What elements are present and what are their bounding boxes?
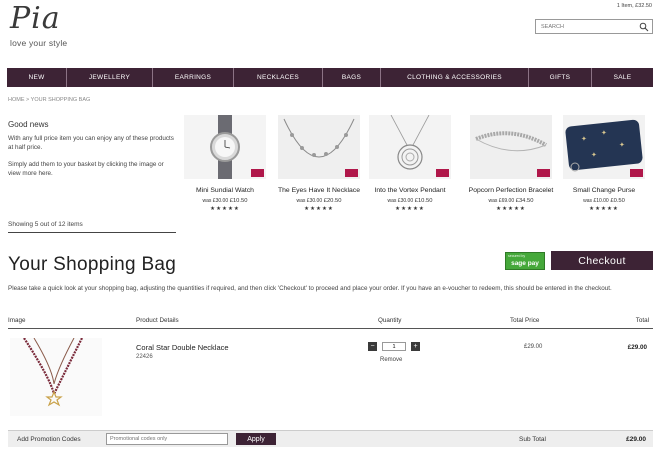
offer-product[interactable]: ✦ ✦ ✦ ✦ Small Change Purse was £10.00 £0… [561, 115, 647, 212]
promo-subtotal-bar: Add Promotion Codes Apply Sub Total £29.… [8, 430, 653, 447]
offer-product[interactable]: The Eyes Have It Necklace was £30.00 £20… [276, 115, 362, 212]
offer-product[interactable]: Into the Vortex Pendant was £30.00 £10.5… [367, 115, 453, 212]
good-news-instructions: Simply add them to your basket by clicki… [8, 161, 164, 177]
quantity-stepper: − + [368, 342, 420, 351]
bag-item-code: 22426 [136, 354, 153, 360]
bag-item-name[interactable]: Coral Star Double Necklace [136, 343, 229, 352]
good-news-title: Good news [8, 120, 49, 129]
increase-quantity-button[interactable]: + [411, 342, 420, 351]
page-title: Your Shopping Bag [8, 254, 177, 275]
offer-price: was £30.00 £10.50 [202, 198, 248, 204]
nav-item-necklaces[interactable]: NECKLACES [234, 68, 323, 87]
offer-rating: ★★★★★ [589, 206, 619, 212]
nav-item-jewellery[interactable]: JEWELLERY [67, 68, 153, 87]
promo-code-input[interactable] [106, 433, 228, 445]
breadcrumb[interactable]: HOME > YOUR SHOPPING BAG [8, 97, 90, 103]
purse-icon[interactable]: ✦ ✦ ✦ ✦ [563, 115, 645, 179]
offer-rating: ★★★★★ [395, 206, 425, 212]
offer-product[interactable]: Mini Sundial Watch was £30.00 £10.50 ★★★… [182, 115, 268, 212]
showing-count: Showing 5 out of 12 items [8, 221, 176, 233]
offer-price: was £69.00 £34.50 [488, 198, 534, 204]
offer-name[interactable]: Small Change Purse [561, 187, 647, 195]
good-news-text: With any full price item you can enjoy a… [8, 135, 174, 151]
offer-name[interactable]: Mini Sundial Watch [182, 187, 268, 195]
svg-text:✦: ✦ [619, 141, 625, 149]
offer-name[interactable]: The Eyes Have It Necklace [276, 187, 362, 195]
nav-item-clothing-accessories[interactable]: CLOTHING & ACCESSORIES [381, 68, 529, 87]
bag-intro-text: Please take a quick look at your shoppin… [8, 285, 612, 292]
offer-badge [537, 169, 550, 177]
apply-promo-button[interactable]: Apply [236, 433, 276, 445]
svg-text:✦: ✦ [601, 129, 607, 137]
sagepay-logo: secured by sage pay [505, 252, 545, 270]
good-news-panel: Good news With any full price item you c… [8, 120, 176, 186]
offer-rating: ★★★★★ [210, 206, 240, 212]
offer-badge [345, 169, 358, 177]
nav-item-gifts[interactable]: GIFTS [529, 68, 592, 87]
col-product-details: Product Details [136, 317, 179, 324]
offer-badge [630, 169, 643, 177]
offer-badge [436, 169, 449, 177]
offer-price: was £30.00 £20.50 [296, 198, 342, 204]
subtotal-value: £29.00 [626, 436, 646, 443]
quantity-input[interactable] [382, 342, 406, 351]
nav-item-sale[interactable]: SALE [592, 68, 653, 87]
svg-text:✦: ✦ [581, 135, 587, 143]
offer-price: was £30.00 £10.50 [387, 198, 433, 204]
logo-tagline: love your style [10, 38, 68, 48]
nav-item-bags[interactable]: BAGS [323, 68, 381, 87]
offer-rating: ★★★★★ [304, 206, 334, 212]
offer-product[interactable]: Popcorn Perfection Bracelet was £69.00 £… [468, 115, 554, 212]
subtotal-label: Sub Total [519, 436, 546, 443]
decrease-quantity-button[interactable]: − [368, 342, 377, 351]
offer-price: was £10.00 £0.50 [583, 198, 625, 204]
watch-icon[interactable] [184, 115, 266, 179]
col-total-price: Total Price [510, 317, 540, 324]
search-box [535, 19, 653, 34]
offer-name[interactable]: Into the Vortex Pendant [367, 187, 453, 195]
pendant-icon[interactable] [369, 115, 451, 179]
svg-text:✦: ✦ [591, 151, 597, 159]
basket-summary[interactable]: 1 Item, £32.50 [617, 3, 652, 9]
promo-code-label: Add Promotion Codes [17, 436, 81, 443]
offer-name[interactable]: Popcorn Perfection Bracelet [468, 187, 554, 195]
checkout-button[interactable]: Checkout [551, 251, 653, 270]
necklace-star-icon[interactable] [10, 338, 102, 416]
bag-item-total: £29.00 [627, 344, 647, 351]
bracelet-icon[interactable] [470, 115, 552, 179]
bag-table-header: Image Product Details Quantity Total Pri… [8, 317, 653, 329]
col-total: Total [635, 317, 649, 324]
bag-item-total-price: £29.00 [524, 344, 543, 350]
search-icon[interactable] [639, 22, 649, 32]
col-image: Image [8, 317, 26, 324]
col-quantity: Quantity [378, 317, 402, 324]
offer-badge [251, 169, 264, 177]
main-nav: NEW JEWELLERY EARRINGS NECKLACES BAGS CL… [7, 68, 653, 87]
necklace-icon[interactable] [278, 115, 360, 179]
brand-logo[interactable]: Pia love your style [10, 4, 90, 50]
nav-item-new[interactable]: NEW [7, 68, 67, 87]
nav-item-earrings[interactable]: EARRINGS [153, 68, 234, 87]
remove-item-link[interactable]: Remove [380, 357, 402, 363]
offer-rating: ★★★★★ [496, 206, 526, 212]
logo-text: Pia [10, 1, 61, 36]
search-input[interactable] [536, 20, 632, 33]
